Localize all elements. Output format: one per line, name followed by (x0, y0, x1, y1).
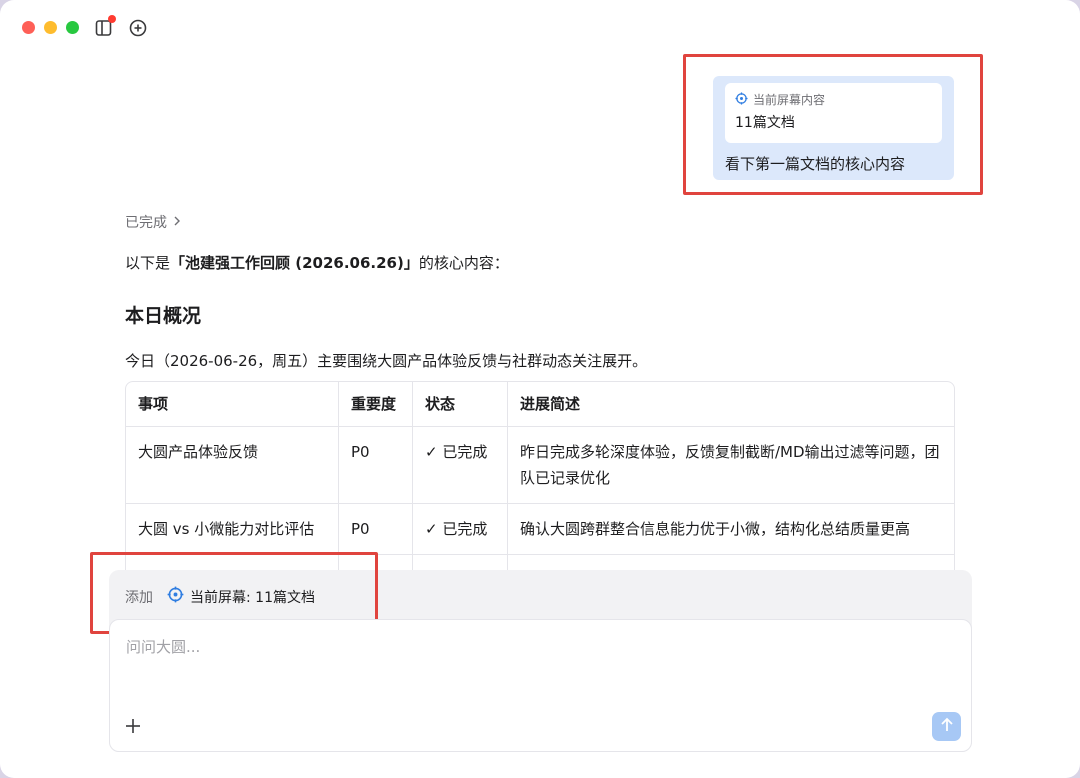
column-header: 事项 (126, 382, 339, 427)
cell-priority: P0 (339, 427, 413, 504)
message-input-box (109, 619, 972, 752)
chevron-right-icon (173, 214, 181, 230)
notification-dot (108, 15, 116, 23)
minimize-window-button[interactable] (44, 21, 57, 34)
crosshair-icon (735, 91, 748, 108)
section-title: 本日概况 (125, 305, 202, 327)
cell-progress: 昨日完成多轮深度体验，反馈复制截断/MD输出过滤等问题，团队已记录优化 (508, 427, 954, 504)
send-button[interactable] (932, 712, 961, 741)
intro-doc-title: 「池建强工作回顾 (2026.06.26)」 (170, 254, 419, 272)
screen-context-attachment[interactable]: 当前屏幕内容 11篇文档 (725, 83, 942, 143)
cell-status: ✓ 已完成 (413, 504, 508, 555)
app-window: 当前屏幕内容 11篇文档 看下第一篇文档的核心内容 已完成 以下是「池建强工作回… (0, 0, 1080, 778)
response-intro: 以下是「池建强工作回顾 (2026.06.26)」的核心内容： (125, 252, 955, 273)
cell-item: 大圆 vs 小微能力对比评估 (126, 504, 339, 555)
close-window-button[interactable] (22, 21, 35, 34)
intro-suffix: 的核心内容： (418, 254, 509, 272)
table-header-row: 事项 重要度 状态 进展简述 (126, 382, 954, 427)
context-bar: 添加 当前屏幕: 11篇文档 (125, 586, 315, 607)
summary-text: 今日（2026-06-26，周五）主要围绕大圆产品体验反馈与社群动态关注展开。 (125, 352, 648, 370)
screen-context-chip[interactable]: 当前屏幕: 11篇文档 (167, 586, 315, 607)
table-row: 大圆 vs 小微能力对比评估 P0 ✓ 已完成 确认大圆跨群整合信息能力优于小微… (126, 504, 954, 555)
intro-prefix: 以下是 (125, 254, 171, 272)
message-input[interactable] (126, 636, 946, 696)
status-label: 已完成 (125, 215, 167, 231)
assistant-response: 已完成 以下是「池建强工作回顾 (2026.06.26)」的核心内容： 本日概况… (125, 212, 955, 371)
sidebar-toggle-icon[interactable] (94, 15, 116, 38)
crosshair-icon (167, 586, 184, 607)
cell-progress: 确认大圆跨群整合信息能力优于小微，结构化总结质量更高 (508, 504, 954, 555)
cell-priority: P0 (339, 504, 413, 555)
new-chat-icon[interactable] (128, 18, 148, 38)
attachment-title: 11篇文档 (735, 115, 795, 131)
attachment-source-label: 当前屏幕内容 (753, 93, 826, 107)
completion-status[interactable]: 已完成 (125, 212, 955, 232)
zoom-window-button[interactable] (66, 21, 79, 34)
cell-status: ✓ 已完成 (413, 427, 508, 504)
context-chip-label: 当前屏幕: 11篇文档 (190, 589, 315, 606)
window-controls (22, 21, 79, 34)
user-message-text: 看下第一篇文档的核心内容 (725, 155, 906, 173)
column-header: 进展简述 (508, 382, 954, 427)
plus-icon[interactable] (123, 716, 143, 736)
table-row: 大圆产品体验反馈 P0 ✓ 已完成 昨日完成多轮深度体验，反馈复制截断/MD输出… (126, 427, 954, 504)
column-header: 重要度 (339, 382, 413, 427)
arrow-up-icon (940, 717, 954, 736)
cell-item: 大圆产品体验反馈 (126, 427, 339, 504)
user-message-bubble: 当前屏幕内容 11篇文档 看下第一篇文档的核心内容 (713, 76, 954, 180)
add-context-button[interactable]: 添加 (125, 587, 153, 607)
column-header: 状态 (413, 382, 508, 427)
